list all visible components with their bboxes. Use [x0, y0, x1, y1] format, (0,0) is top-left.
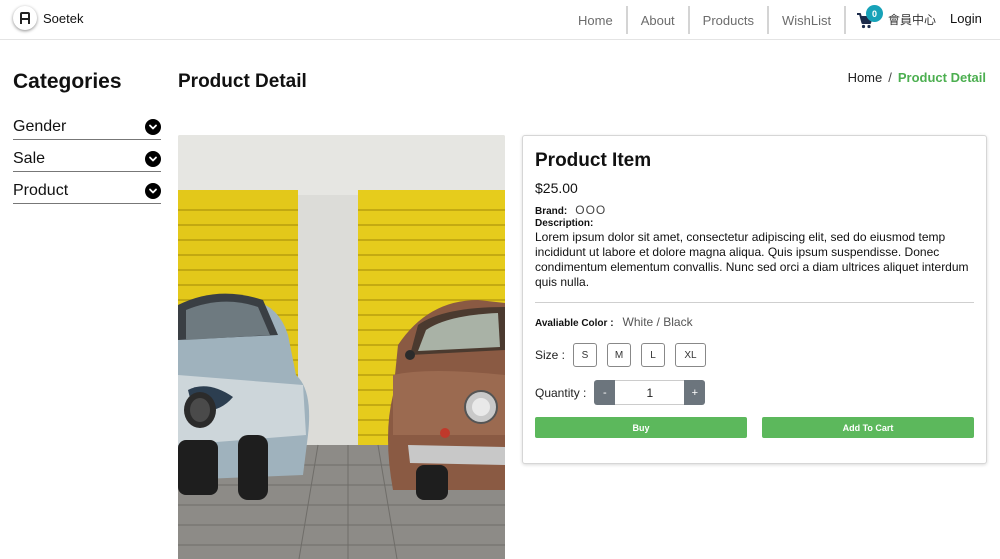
breadcrumb-home-link[interactable]: Home: [848, 70, 883, 85]
product-price: $25.00: [535, 180, 578, 196]
size-row: Size : S M L XL: [535, 343, 974, 367]
quantity-input[interactable]: 1: [615, 380, 685, 405]
chevron-down-icon: [145, 151, 161, 167]
category-item-product[interactable]: Product: [13, 172, 161, 204]
color-row: Avaliable Color : White / Black: [535, 315, 974, 329]
category-item-gender[interactable]: Gender: [13, 108, 161, 140]
action-row: Buy Add To Cart: [535, 417, 974, 438]
product-image: [178, 135, 505, 559]
brand-value: OOO: [575, 203, 607, 217]
chevron-down-icon: [145, 183, 161, 199]
cart-button[interactable]: 0: [856, 5, 883, 30]
add-to-cart-button[interactable]: Add To Cart: [762, 417, 974, 438]
breadcrumb: Home / Product Detail: [848, 70, 986, 85]
quantity-stepper: - 1 +: [594, 380, 706, 405]
category-label: Sale: [13, 150, 46, 167]
nav-link-products[interactable]: Products: [690, 6, 767, 34]
size-option-xl[interactable]: XL: [675, 343, 707, 367]
brand-row: Brand: OOO: [535, 203, 974, 217]
brand-logo-icon: [13, 6, 37, 30]
member-center-link[interactable]: 會員中心: [888, 11, 936, 28]
quantity-label: Quantity :: [535, 385, 587, 400]
color-label: Avaliable Color :: [535, 318, 614, 329]
quantity-increase-button[interactable]: +: [684, 380, 706, 405]
product-detail-card: Product Item $25.00 Brand: OOO Descripti…: [522, 135, 987, 464]
description-text: Lorem ipsum dolor sit amet, consectetur …: [535, 230, 969, 289]
divider: [535, 302, 974, 303]
size-option-m[interactable]: M: [607, 343, 632, 367]
quantity-row: Quantity : - 1 +: [535, 380, 974, 405]
breadcrumb-current: Product Detail: [897, 70, 986, 85]
nav-link-about[interactable]: About: [628, 6, 688, 34]
top-navbar: Soetek Home About Products WishList 0 會員…: [0, 0, 1000, 40]
size-label: Size :: [535, 348, 566, 362]
quantity-decrease-button[interactable]: -: [594, 380, 616, 405]
category-list: Gender Sale Product: [13, 108, 161, 204]
size-option-s[interactable]: S: [573, 343, 598, 367]
page-title: Product Detail: [178, 71, 307, 92]
brand-name: Soetek: [43, 10, 84, 26]
nav-link-home[interactable]: Home: [565, 6, 626, 34]
description-label: Description:: [535, 218, 594, 229]
nav-link-wishlist[interactable]: WishList: [769, 6, 844, 34]
category-label: Gender: [13, 118, 67, 135]
product-name: Product Item: [535, 150, 652, 171]
chevron-down-icon: [145, 119, 161, 135]
brand-label: Brand:: [535, 206, 568, 217]
category-item-sale[interactable]: Sale: [13, 140, 161, 172]
brand-link[interactable]: Soetek: [13, 6, 83, 30]
categories-title: Categories: [13, 70, 122, 93]
nav-divider: [844, 6, 847, 34]
size-option-l[interactable]: L: [641, 343, 666, 367]
buy-button[interactable]: Buy: [535, 417, 747, 438]
nav-links: Home About Products WishList: [565, 0, 847, 40]
breadcrumb-separator: /: [888, 70, 892, 85]
login-link[interactable]: Login: [950, 11, 982, 26]
color-value: White / Black: [622, 315, 693, 329]
category-label: Product: [13, 182, 69, 199]
cart-count-badge: 0: [866, 5, 883, 22]
